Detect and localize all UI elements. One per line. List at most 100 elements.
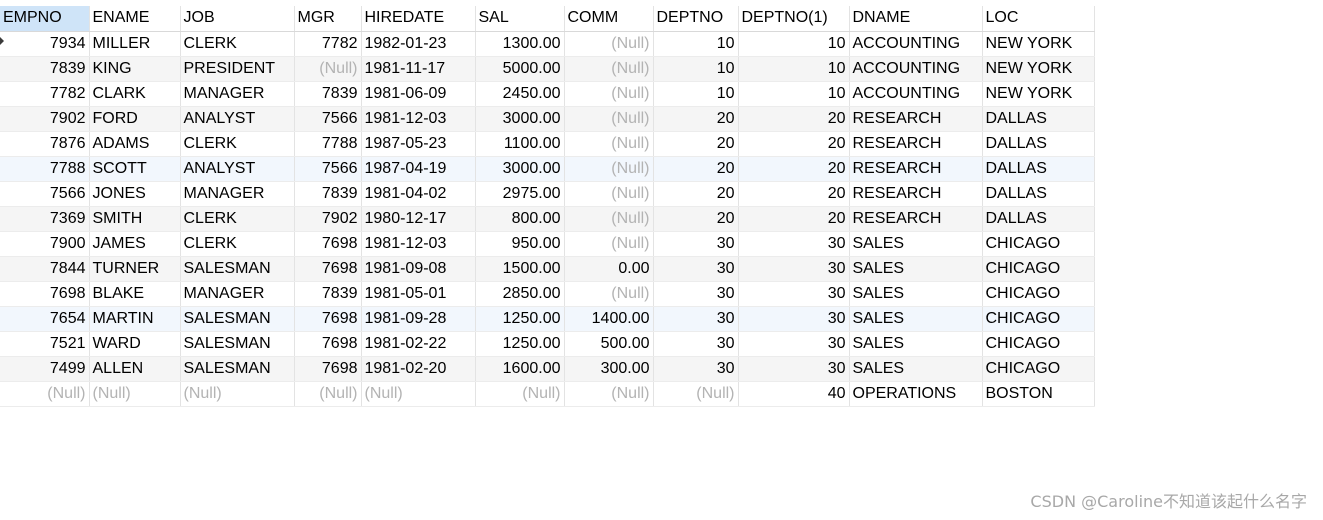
- cell-dname[interactable]: RESEARCH: [849, 106, 983, 132]
- cell-comm[interactable]: 300.00: [564, 356, 654, 382]
- cell-deptno-1[interactable]: 30: [738, 256, 850, 282]
- cell-empno[interactable]: 7499: [0, 356, 90, 382]
- cell-mgr[interactable]: 7902: [294, 206, 362, 232]
- cell-deptno-1[interactable]: 30: [738, 281, 850, 307]
- cell-mgr[interactable]: 7839: [294, 181, 362, 207]
- cell-job[interactable]: (Null): [180, 381, 295, 407]
- cell-ename[interactable]: FORD: [89, 106, 181, 132]
- cell-hiredate[interactable]: 1981-09-28: [361, 306, 476, 332]
- cell-deptno[interactable]: 20: [653, 156, 739, 182]
- cell-ename[interactable]: CLARK: [89, 81, 181, 107]
- cell-loc[interactable]: DALLAS: [982, 106, 1095, 132]
- cell-loc[interactable]: CHICAGO: [982, 281, 1095, 307]
- cell-mgr[interactable]: 7839: [294, 281, 362, 307]
- cell-job[interactable]: CLERK: [180, 31, 295, 57]
- cell-comm[interactable]: (Null): [564, 381, 654, 407]
- cell-mgr[interactable]: 7566: [294, 106, 362, 132]
- cell-deptno-1[interactable]: 20: [738, 131, 850, 157]
- cell-dname[interactable]: RESEARCH: [849, 181, 983, 207]
- table-row[interactable]: 7499 ALLEN SALESMAN 7698 1981-02-20 1600.00 30…: [0, 356, 1095, 382]
- cell-deptno-1[interactable]: 10: [738, 31, 850, 57]
- cell-hiredate[interactable]: 1981-12-03: [361, 106, 476, 132]
- cell-comm[interactable]: (Null): [564, 156, 654, 182]
- cell-hiredate[interactable]: 1981-04-02: [361, 181, 476, 207]
- cell-comm[interactable]: (Null): [564, 81, 654, 107]
- cell-dname[interactable]: ACCOUNTING: [849, 56, 983, 82]
- cell-mgr[interactable]: 7698: [294, 256, 362, 282]
- cell-comm[interactable]: (Null): [564, 231, 654, 257]
- cell-deptno-1[interactable]: 10: [738, 56, 850, 82]
- cell-sal[interactable]: 2450.00: [475, 81, 565, 107]
- cell-job[interactable]: CLERK: [180, 206, 295, 232]
- cell-job[interactable]: MANAGER: [180, 281, 295, 307]
- cell-deptno[interactable]: 20: [653, 206, 739, 232]
- cell-loc[interactable]: NEW YORK: [982, 81, 1095, 107]
- cell-empno[interactable]: 7900: [0, 231, 90, 257]
- cell-deptno[interactable]: 10: [653, 81, 739, 107]
- cell-comm[interactable]: (Null): [564, 56, 654, 82]
- cell-deptno-1[interactable]: 20: [738, 156, 850, 182]
- column-header-mgr[interactable]: MGR: [294, 6, 362, 32]
- cell-dname[interactable]: SALES: [849, 256, 983, 282]
- cell-ename[interactable]: MILLER: [89, 31, 181, 57]
- cell-hiredate[interactable]: 1981-09-08: [361, 256, 476, 282]
- table-row[interactable]: 7839 KING PRESIDENT (Null) 1981-11-17 5000.00…: [0, 56, 1095, 82]
- table-row[interactable]: 7521 WARD SALESMAN 7698 1981-02-22 1250.00 500…: [0, 331, 1095, 357]
- cell-ename[interactable]: KING: [89, 56, 181, 82]
- cell-ename[interactable]: ALLEN: [89, 356, 181, 382]
- cell-mgr[interactable]: 7698: [294, 231, 362, 257]
- cell-dname[interactable]: ACCOUNTING: [849, 31, 983, 57]
- cell-mgr[interactable]: 7566: [294, 156, 362, 182]
- table-row[interactable]: 7654 MARTIN SALESMAN 7698 1981-09-28 1250.00 1…: [0, 306, 1095, 332]
- table-row[interactable]: 7698 BLAKE MANAGER 7839 1981-05-01 2850.00 (Nu…: [0, 281, 1095, 307]
- column-header-dname[interactable]: DNAME: [849, 6, 983, 32]
- cell-sal[interactable]: 3000.00: [475, 156, 565, 182]
- cell-sal[interactable]: 950.00: [475, 231, 565, 257]
- cell-ename[interactable]: JONES: [89, 181, 181, 207]
- table-row[interactable]: (Null) (Null) (Null) (Null) (Null) (Null) (Nul…: [0, 381, 1095, 407]
- cell-deptno-1[interactable]: 30: [738, 306, 850, 332]
- cell-deptno-1[interactable]: 10: [738, 81, 850, 107]
- cell-loc[interactable]: CHICAGO: [982, 256, 1095, 282]
- cell-empno[interactable]: 7782: [0, 81, 90, 107]
- table-row[interactable]: 7902 FORD ANALYST 7566 1981-12-03 3000.00 (Nul…: [0, 106, 1095, 132]
- cell-ename[interactable]: WARD: [89, 331, 181, 357]
- cell-deptno[interactable]: 30: [653, 356, 739, 382]
- table-row[interactable]: 7566 JONES MANAGER 7839 1981-04-02 2975.00 (Nu…: [0, 181, 1095, 207]
- cell-deptno[interactable]: 20: [653, 131, 739, 157]
- cell-empno[interactable]: 7788: [0, 156, 90, 182]
- cell-comm[interactable]: 500.00: [564, 331, 654, 357]
- cell-deptno[interactable]: 20: [653, 181, 739, 207]
- cell-loc[interactable]: CHICAGO: [982, 306, 1095, 332]
- cell-mgr[interactable]: 7782: [294, 31, 362, 57]
- cell-sal[interactable]: 2850.00: [475, 281, 565, 307]
- table-row[interactable]: 7782 CLARK MANAGER 7839 1981-06-09 2450.00 (Nu…: [0, 81, 1095, 107]
- cell-hiredate[interactable]: 1981-02-22: [361, 331, 476, 357]
- cell-ename[interactable]: ADAMS: [89, 131, 181, 157]
- cell-deptno-1[interactable]: 40: [738, 381, 850, 407]
- cell-hiredate[interactable]: 1980-12-17: [361, 206, 476, 232]
- column-header-loc[interactable]: LOC: [982, 6, 1095, 32]
- cell-deptno-1[interactable]: 30: [738, 331, 850, 357]
- cell-empno[interactable]: 7566: [0, 181, 90, 207]
- cell-sal[interactable]: 1600.00: [475, 356, 565, 382]
- cell-comm[interactable]: (Null): [564, 206, 654, 232]
- cell-empno[interactable]: 7902: [0, 106, 90, 132]
- cell-mgr[interactable]: 7698: [294, 356, 362, 382]
- cell-mgr[interactable]: 7839: [294, 81, 362, 107]
- column-header-deptno[interactable]: DEPTNO: [653, 6, 739, 32]
- table-row[interactable]: 7369 SMITH CLERK 7902 1980-12-17 800.00 (Null)…: [0, 206, 1095, 232]
- cell-deptno[interactable]: 20: [653, 106, 739, 132]
- cell-loc[interactable]: CHICAGO: [982, 331, 1095, 357]
- cell-dname[interactable]: SALES: [849, 331, 983, 357]
- cell-deptno[interactable]: (Null): [653, 381, 739, 407]
- cell-job[interactable]: PRESIDENT: [180, 56, 295, 82]
- cell-deptno-1[interactable]: 30: [738, 231, 850, 257]
- cell-dname[interactable]: RESEARCH: [849, 206, 983, 232]
- column-header-job[interactable]: JOB: [180, 6, 295, 32]
- cell-deptno[interactable]: 10: [653, 56, 739, 82]
- cell-sal[interactable]: 1500.00: [475, 256, 565, 282]
- cell-mgr[interactable]: 7788: [294, 131, 362, 157]
- cell-deptno[interactable]: 30: [653, 231, 739, 257]
- cell-sal[interactable]: 3000.00: [475, 106, 565, 132]
